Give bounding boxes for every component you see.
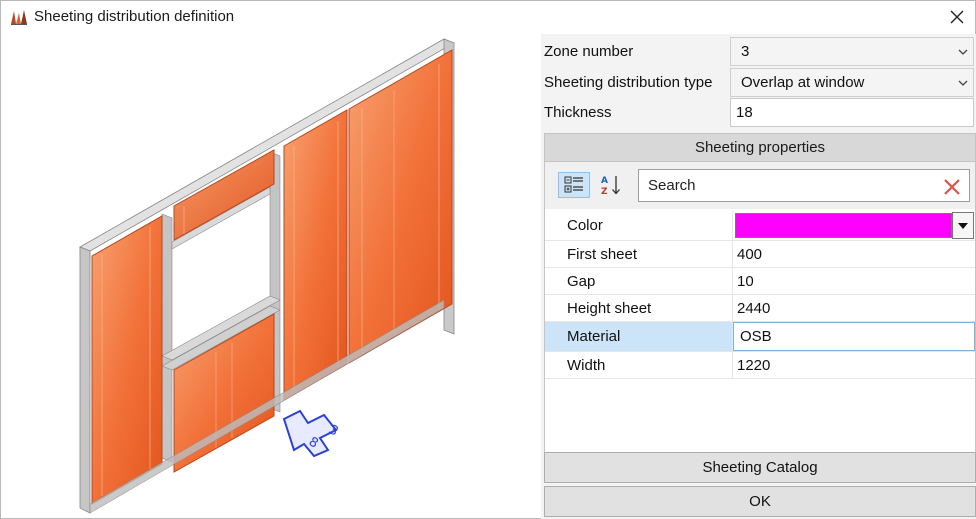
distribution-type-dropdown[interactable]: Overlap at window <box>730 68 974 97</box>
settings-panel: Zone number 3 Sheeting distribution type… <box>541 34 976 519</box>
property-search-input[interactable]: Search <box>638 169 970 202</box>
clear-search-icon[interactable] <box>943 178 961 196</box>
chevron-down-icon <box>958 80 968 86</box>
wall-illustration: 8 3 <box>79 38 455 514</box>
thickness-value: 18 <box>736 104 753 121</box>
color-swatch[interactable] <box>735 213 952 238</box>
property-value[interactable]: OSB <box>733 322 975 351</box>
property-value[interactable]: 10 <box>733 268 975 294</box>
title-bar: Sheeting distribution definition <box>1 1 975 33</box>
property-row-material[interactable]: Material OSB <box>545 322 975 352</box>
property-value[interactable]: 1220 <box>733 352 975 378</box>
zone-number-label: Zone number <box>544 43 634 60</box>
property-row-color[interactable]: Color <box>545 211 975 241</box>
search-placeholder: Search <box>648 177 696 194</box>
sheeting-properties-grid: Sheeting properties A Z Search Color Fir… <box>544 133 976 481</box>
property-name: Material <box>545 322 733 351</box>
property-name: Gap <box>545 268 733 294</box>
categorized-view-button[interactable] <box>558 172 590 198</box>
distribution-type-label: Sheeting distribution type <box>544 74 713 91</box>
dialog-window: Sheeting distribution definition 8 3 Zon… <box>0 0 976 519</box>
sheeting-properties-header: Sheeting properties <box>545 134 975 162</box>
wall-frame-app-icon <box>11 10 27 25</box>
zone-marker-icon: 8 3 <box>282 409 341 458</box>
svg-text:Z: Z <box>601 187 608 196</box>
property-name: Width <box>545 352 733 378</box>
thickness-row: Thickness 18 <box>541 97 976 128</box>
property-grid: Color First sheet 400 Gap 10 Height shee… <box>545 211 975 379</box>
zone-number-dropdown[interactable]: 3 <box>730 37 974 66</box>
chevron-down-icon <box>958 49 968 55</box>
property-row-height-sheet[interactable]: Height sheet 2440 <box>545 295 975 322</box>
properties-toolbar: A Z Search <box>545 162 975 209</box>
categorized-list-icon <box>564 176 583 193</box>
zone-number-row: Zone number 3 <box>541 36 976 67</box>
thickness-label: Thickness <box>544 104 612 121</box>
property-value[interactable]: 2440 <box>733 295 975 321</box>
wall-preview: 8 3 <box>2 34 539 518</box>
property-name: Color <box>545 211 733 240</box>
svg-text:A: A <box>601 176 608 186</box>
property-row-width[interactable]: Width 1220 <box>545 352 975 379</box>
caret-down-icon <box>958 222 968 229</box>
sheeting-catalog-button[interactable]: Sheeting Catalog <box>544 452 976 483</box>
distribution-type-row: Sheeting distribution type Overlap at wi… <box>541 67 976 98</box>
close-icon[interactable] <box>941 3 973 31</box>
property-name: First sheet <box>545 241 733 267</box>
ok-button[interactable]: OK <box>544 486 976 517</box>
window-title: Sheeting distribution definition <box>34 8 235 25</box>
alphabetical-sort-button[interactable]: A Z <box>595 172 627 198</box>
property-value[interactable]: 400 <box>733 241 975 267</box>
property-row-first-sheet[interactable]: First sheet 400 <box>545 241 975 268</box>
sort-az-icon: A Z <box>601 176 620 196</box>
thickness-input[interactable]: 18 <box>730 98 974 127</box>
zone-number-value: 3 <box>741 43 750 60</box>
property-row-gap[interactable]: Gap 10 <box>545 268 975 295</box>
color-dropdown-button[interactable] <box>952 212 974 239</box>
distribution-type-value: Overlap at window <box>741 74 865 91</box>
property-name: Height sheet <box>545 295 733 321</box>
